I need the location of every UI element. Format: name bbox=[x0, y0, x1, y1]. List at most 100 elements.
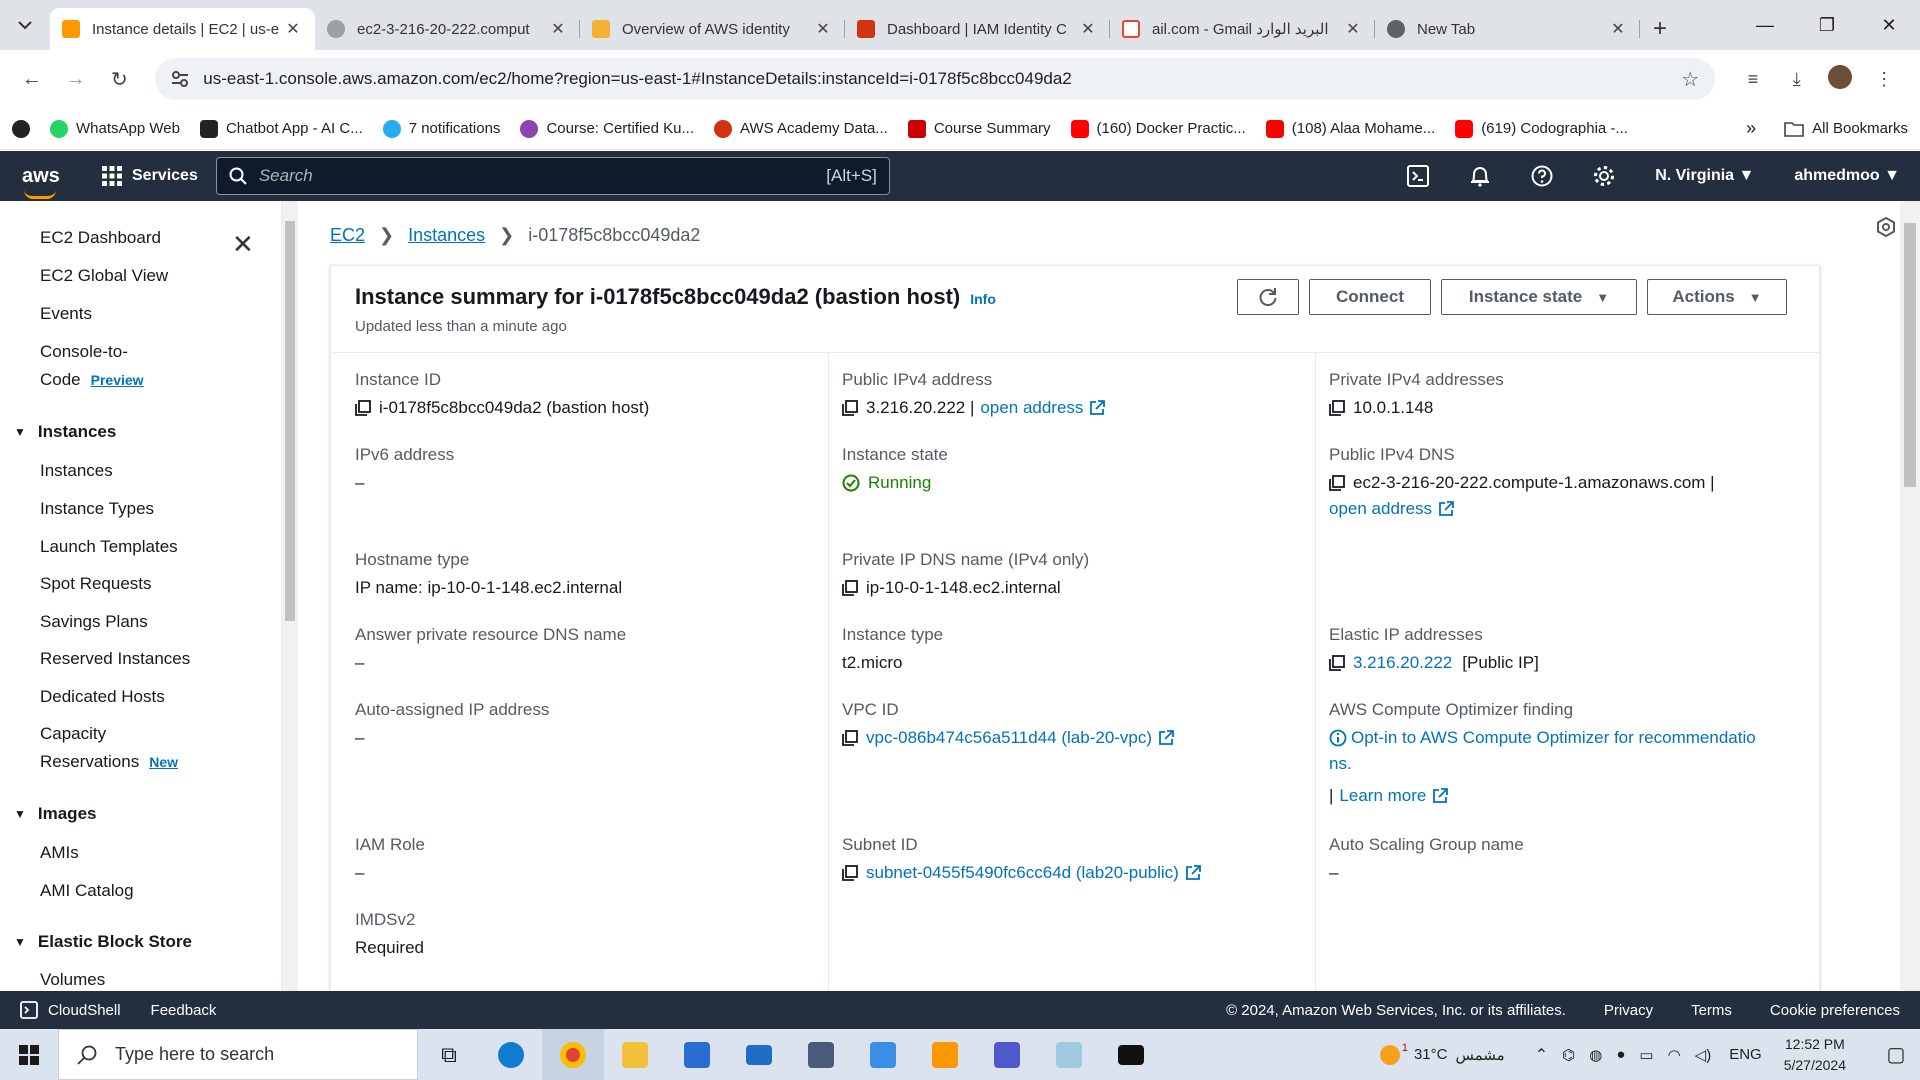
instance-state-dropdown[interactable]: Instance state ▼ bbox=[1441, 279, 1637, 315]
aws-logo[interactable]: aws bbox=[0, 165, 84, 199]
feedback-link[interactable]: Feedback bbox=[151, 1002, 217, 1019]
vpn-icon[interactable]: ◍ bbox=[1589, 1046, 1602, 1064]
browser-tab[interactable]: Overview of AWS identity ✕ bbox=[580, 8, 845, 50]
menu-kebab-icon[interactable]: ⋮ bbox=[1862, 69, 1906, 90]
breadcrumb-ec2[interactable]: EC2 bbox=[330, 225, 365, 246]
optimizer-opt-in-link[interactable]: Opt-in to AWS Compute Optimizer for reco… bbox=[1351, 728, 1756, 748]
copy-icon[interactable] bbox=[842, 730, 858, 746]
info-link[interactable]: Info bbox=[970, 291, 996, 307]
sidebar-item-ec2-dashboard[interactable]: EC2 Dashboard bbox=[40, 228, 161, 248]
sidebar-item-reserved-instances[interactable]: Reserved Instances bbox=[40, 649, 190, 669]
vpc-link[interactable]: vpc-086b474c56a511d44 (lab-20-vpc) bbox=[866, 728, 1152, 748]
sidebar-item-ami-catalog[interactable]: AMI Catalog bbox=[40, 881, 134, 901]
task-view-button[interactable]: ⧉ bbox=[418, 1029, 480, 1080]
sidebar-item-instance-types[interactable]: Instance Types bbox=[40, 499, 154, 519]
restore-icon[interactable]: ❐ bbox=[1796, 15, 1858, 36]
sidebar-item-capacity-reservations[interactable]: Capacity bbox=[40, 724, 106, 744]
forward-button[interactable]: → bbox=[58, 61, 94, 97]
bookmark-item[interactable]: WhatsApp Web bbox=[50, 119, 180, 138]
close-tab-icon[interactable]: ✕ bbox=[1078, 19, 1098, 39]
browser-tab[interactable]: Dashboard | IAM Identity C ✕ bbox=[845, 8, 1110, 50]
download-icon[interactable]: ⤓ bbox=[1775, 69, 1819, 90]
connect-button[interactable]: Connect bbox=[1309, 279, 1431, 315]
sidebar-item-savings-plans[interactable]: Savings Plans bbox=[40, 612, 148, 632]
sidebar-item-instances[interactable]: Instances bbox=[40, 461, 113, 481]
address-bar[interactable]: us-east-1.console.aws.amazon.com/ec2/hom… bbox=[155, 58, 1716, 100]
tab-search-button[interactable] bbox=[0, 0, 50, 50]
browser-tab-active[interactable]: Instance details | EC2 | us-e ✕ bbox=[50, 8, 315, 50]
taskbar-app-edge[interactable] bbox=[480, 1029, 542, 1080]
open-address-link[interactable]: open address bbox=[1329, 499, 1432, 519]
privacy-link[interactable]: Privacy bbox=[1604, 1002, 1653, 1019]
copy-icon[interactable] bbox=[1329, 400, 1345, 416]
taskbar-clock[interactable]: 12:52 PM 5/27/2024 bbox=[1784, 1034, 1846, 1076]
services-menu-button[interactable]: Services bbox=[84, 166, 216, 186]
bookmark-item[interactable]: (619) Codographia -... bbox=[1455, 119, 1628, 138]
weather-widget[interactable]: 1 31°C مشمس bbox=[1379, 1042, 1505, 1065]
copy-icon[interactable] bbox=[842, 865, 858, 881]
sidebar-scrollbar[interactable] bbox=[282, 201, 298, 991]
taskbar-app-teams[interactable] bbox=[976, 1029, 1038, 1080]
taskbar-app-explorer[interactable] bbox=[604, 1029, 666, 1080]
copy-icon[interactable] bbox=[842, 580, 858, 596]
copy-icon[interactable] bbox=[355, 400, 371, 416]
close-window-icon[interactable]: ✕ bbox=[1858, 15, 1920, 36]
new-tab-button[interactable]: + bbox=[1640, 8, 1680, 50]
copy-icon[interactable] bbox=[1329, 655, 1345, 671]
notifications-button[interactable] bbox=[1449, 165, 1511, 187]
sidebar-item-dedicated-hosts[interactable]: Dedicated Hosts bbox=[40, 687, 165, 707]
help-button[interactable] bbox=[1511, 165, 1573, 187]
network-icon[interactable]: ⌬ bbox=[1562, 1046, 1575, 1064]
page-scrollbar[interactable] bbox=[1900, 201, 1920, 991]
bookmarks-overflow-button[interactable]: » bbox=[1746, 118, 1756, 139]
close-tab-icon[interactable]: ✕ bbox=[813, 19, 833, 39]
close-tab-icon[interactable]: ✕ bbox=[1343, 19, 1363, 39]
taskbar-app-sublime[interactable] bbox=[914, 1029, 976, 1080]
open-address-link[interactable]: open address bbox=[980, 398, 1083, 418]
bookmark-item[interactable]: (160) Docker Practic... bbox=[1070, 119, 1246, 138]
reload-button[interactable]: ↻ bbox=[102, 61, 138, 97]
close-tab-icon[interactable]: ✕ bbox=[283, 19, 303, 39]
browser-tab[interactable]: ail.com - Gmail البريد الوارد ✕ bbox=[1110, 8, 1375, 50]
copy-icon[interactable] bbox=[1329, 475, 1345, 491]
refresh-button[interactable] bbox=[1237, 279, 1299, 315]
external-link-icon[interactable] bbox=[1432, 788, 1449, 804]
cloudshell-link[interactable]: CloudShell bbox=[48, 1002, 121, 1019]
bookmark-item[interactable]: Chatbot App - AI C... bbox=[199, 119, 363, 138]
language-indicator[interactable]: ENG bbox=[1729, 1046, 1762, 1063]
sidebar-item-console-to-code-line2[interactable]: Code Preview bbox=[40, 370, 144, 390]
browser-tab[interactable]: New Tab ✕ bbox=[1375, 8, 1640, 50]
external-link-icon[interactable] bbox=[1089, 400, 1106, 416]
page-scroll-thumb[interactable] bbox=[1904, 223, 1916, 487]
external-link-icon[interactable] bbox=[1158, 730, 1174, 746]
close-sidebar-icon[interactable]: ✕ bbox=[232, 229, 254, 260]
back-button[interactable]: ← bbox=[14, 61, 50, 97]
browser-tab[interactable]: ec2-3-216-20-222.comput ✕ bbox=[315, 8, 580, 50]
battery-icon[interactable]: ▭ bbox=[1639, 1046, 1653, 1064]
taskbar-app-virtualbox[interactable] bbox=[790, 1029, 852, 1080]
sidebar-item-events[interactable]: Events bbox=[40, 304, 92, 324]
actions-dropdown[interactable]: Actions ▼ bbox=[1647, 279, 1787, 315]
notification-center-icon[interactable]: ▢ bbox=[1872, 1042, 1920, 1067]
speaker-icon[interactable]: ◁) bbox=[1695, 1046, 1712, 1064]
hexagon-icon[interactable] bbox=[1876, 217, 1896, 237]
microphone-icon[interactable]: ● bbox=[1616, 1046, 1625, 1063]
sidebar-item-ec2-global-view[interactable]: EC2 Global View bbox=[40, 266, 168, 286]
chevron-up-icon[interactable]: ⌃ bbox=[1535, 1045, 1548, 1065]
start-button[interactable] bbox=[0, 1044, 58, 1065]
bookmark-item[interactable]: Course: Certified Ku... bbox=[520, 119, 694, 138]
sidebar-item-launch-templates[interactable]: Launch Templates bbox=[40, 537, 178, 557]
region-selector[interactable]: N. Virginia ▼ bbox=[1635, 167, 1774, 185]
bookmark-item[interactable]: 7 notifications bbox=[382, 119, 500, 138]
all-bookmarks-button[interactable]: All Bookmarks bbox=[1784, 120, 1908, 137]
taskbar-app-terminal[interactable] bbox=[1100, 1029, 1162, 1080]
bookmark-item[interactable]: (108) Alaa Mohame... bbox=[1265, 119, 1435, 138]
taskbar-search-input[interactable]: Type here to search bbox=[58, 1029, 418, 1080]
minimize-icon[interactable]: — bbox=[1734, 15, 1796, 36]
console-search-input[interactable]: Search [Alt+S] bbox=[215, 157, 890, 195]
taskbar-app-chrome[interactable] bbox=[542, 1029, 604, 1080]
bookmark-star-icon[interactable]: ☆ bbox=[1681, 67, 1699, 92]
bookmark-item[interactable]: AWS Academy Data... bbox=[714, 119, 888, 138]
settings-button[interactable] bbox=[1573, 165, 1635, 187]
cloudshell-button[interactable] bbox=[1387, 165, 1449, 187]
